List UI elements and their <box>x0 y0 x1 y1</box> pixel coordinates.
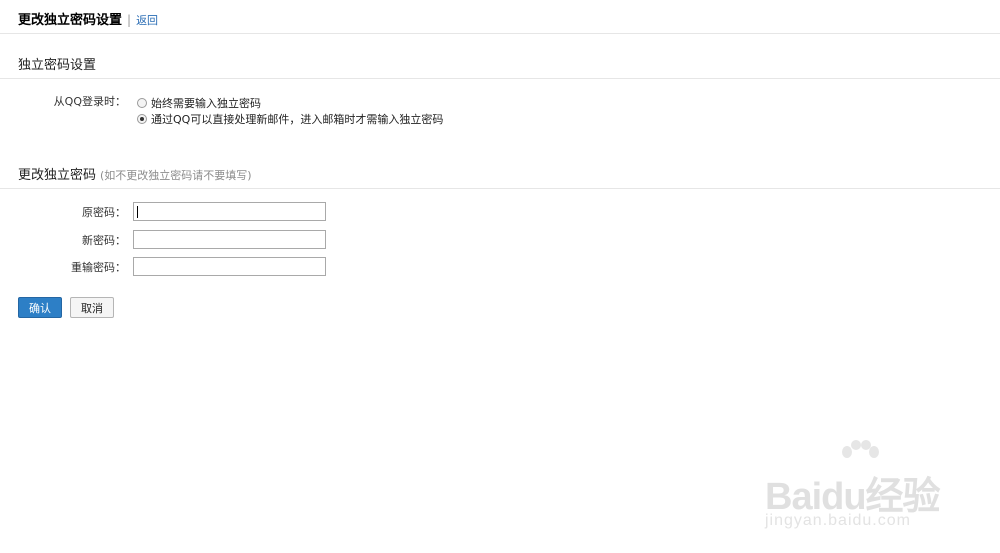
radio-always-require[interactable]: 始终需要输入独立密码 <box>137 95 261 111</box>
change-password-title-text: 更改独立密码 <box>18 168 97 183</box>
back-link[interactable]: 返回 <box>136 12 158 28</box>
change-password-section-title: 更改独立密码 (如不更改独立密码请不要填写) <box>18 164 252 183</box>
confirm-password-label: 重输密码： <box>71 261 126 274</box>
independent-password-section-title: 独立密码设置 <box>18 58 97 73</box>
qq-login-label: 从QQ登录时： <box>53 95 126 108</box>
header-divider <box>0 33 1000 34</box>
watermark-url: jingyan.baidu.com <box>765 512 911 529</box>
old-password-input[interactable] <box>133 202 326 221</box>
change-password-hint: (如不更改独立密码请不要填写) <box>100 169 252 182</box>
new-password-input[interactable] <box>133 230 326 249</box>
radio-qq-direct[interactable]: 通过QQ可以直接处理新邮件，进入邮箱时才需输入独立密码 <box>137 111 443 127</box>
new-password-label: 新密码： <box>82 234 126 247</box>
baidu-jingyan-watermark: Baidu经验 jingyan.baidu.com <box>765 440 975 540</box>
cancel-button[interactable]: 取消 <box>70 297 114 318</box>
page-title: 更改独立密码设置 <box>18 13 123 28</box>
radio-button-checked-icon[interactable] <box>137 114 147 124</box>
section-divider <box>0 188 1000 189</box>
text-caret <box>137 206 138 218</box>
section-divider <box>0 78 1000 79</box>
header-separator: | <box>127 13 132 27</box>
confirm-button[interactable]: 确认 <box>18 297 62 318</box>
radio-label: 始终需要输入独立密码 <box>151 97 261 110</box>
old-password-label: 原密码： <box>82 206 126 219</box>
page-header: 更改独立密码设置 | 返回 <box>18 9 158 28</box>
radio-label: 通过QQ可以直接处理新邮件，进入邮箱时才需输入独立密码 <box>151 113 444 126</box>
radio-button-icon[interactable] <box>137 98 147 108</box>
confirm-password-input[interactable] <box>133 257 326 276</box>
